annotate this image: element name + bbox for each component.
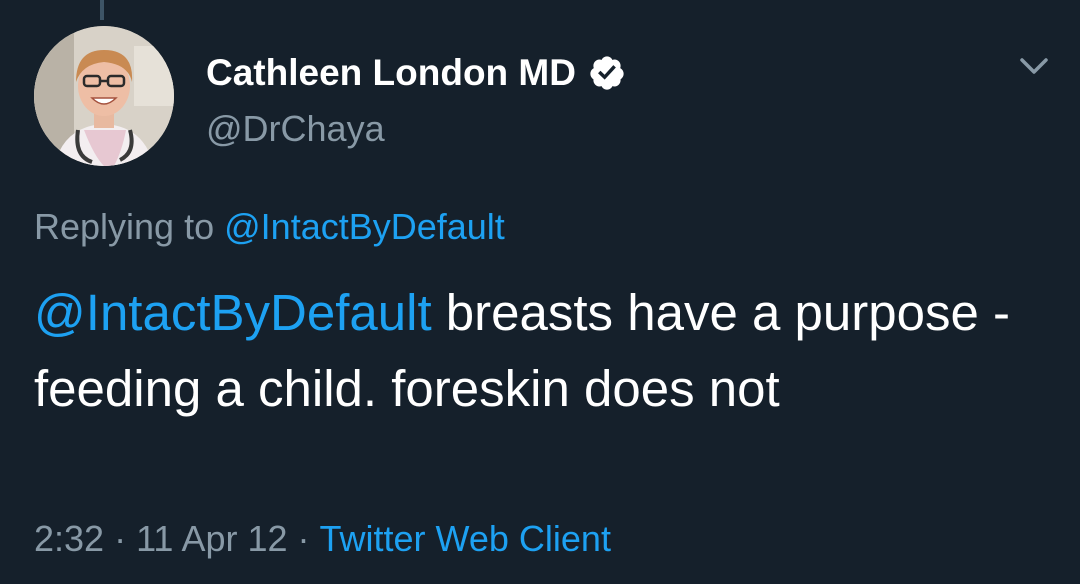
avatar[interactable] bbox=[34, 26, 174, 166]
tweet-card: Cathleen London MD @DrChaya Replying to … bbox=[0, 0, 1080, 584]
meta-separator: · bbox=[114, 518, 127, 559]
chevron-down-icon[interactable] bbox=[1014, 50, 1054, 82]
avatar-image bbox=[34, 26, 174, 166]
replying-to-line: Replying to @IntactByDefault bbox=[34, 204, 505, 250]
display-name-row[interactable]: Cathleen London MD bbox=[206, 50, 626, 96]
tweet-meta: 2:32 · 11 Apr 12 · Twitter Web Client bbox=[34, 516, 611, 562]
tweet-client-link[interactable]: Twitter Web Client bbox=[320, 518, 611, 559]
thread-connector-line bbox=[100, 0, 104, 20]
replying-to-mention-link[interactable]: @IntactByDefault bbox=[224, 206, 505, 247]
tweet-text: @IntactByDefault breasts have a purpose … bbox=[34, 275, 1054, 427]
author-display-name[interactable]: Cathleen London MD bbox=[206, 50, 576, 96]
meta-separator: · bbox=[297, 518, 310, 559]
tweet-date[interactable]: 11 Apr 12 bbox=[136, 518, 287, 559]
verified-badge-icon bbox=[590, 56, 624, 90]
tweet-mention-link[interactable]: @IntactByDefault bbox=[34, 284, 432, 341]
replying-to-label: Replying to bbox=[34, 206, 215, 247]
author-handle[interactable]: @DrChaya bbox=[206, 106, 385, 152]
tweet-time[interactable]: 2:32 bbox=[34, 518, 104, 559]
